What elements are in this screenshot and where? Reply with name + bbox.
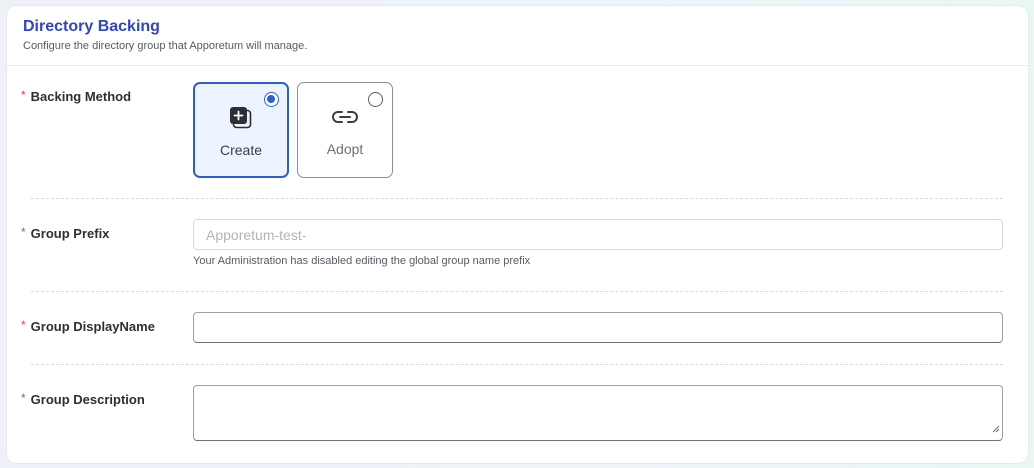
group-prefix-hint: Your Administration has disabled editing… [193, 255, 531, 267]
card-title: Directory Backing [23, 18, 160, 35]
backing-method-options: Create Adopt [7, 82, 1028, 178]
group-description-label-text: Group Description [30, 392, 145, 407]
group-displayname-input[interactable] [193, 312, 1003, 343]
resize-handle-icon[interactable] [992, 420, 1000, 438]
group-prefix-label: * Group Prefix [21, 225, 110, 241]
group-description-label: * Group Description [21, 391, 145, 407]
divider [31, 364, 1003, 365]
group-displayname-label-text: Group DisplayName [30, 319, 155, 334]
group-prefix-input[interactable]: Apporetum-test- [193, 219, 1003, 250]
link-icon [331, 110, 359, 129]
required-mark: * [21, 318, 26, 332]
directory-backing-card: Directory Backing Configure the director… [7, 6, 1028, 463]
backing-option-adopt[interactable]: Adopt [297, 82, 393, 178]
divider [31, 198, 1003, 199]
required-mark: * [21, 225, 26, 239]
group-description-textarea[interactable] [193, 385, 1003, 441]
add-copy-icon [229, 107, 253, 134]
card-header: Directory Backing Configure the director… [7, 6, 1028, 66]
backing-option-create[interactable]: Create [193, 82, 289, 178]
group-prefix-placeholder: Apporetum-test- [206, 227, 307, 243]
group-prefix-label-text: Group Prefix [30, 226, 110, 241]
group-displayname-label: * Group DisplayName [21, 318, 155, 334]
card-subtitle: Configure the directory group that Appor… [23, 40, 308, 52]
adopt-option-label: Adopt [326, 141, 364, 157]
divider [31, 291, 1003, 292]
adopt-radio[interactable] [368, 92, 383, 107]
required-mark: * [21, 391, 26, 405]
create-radio[interactable] [264, 92, 279, 107]
create-option-label: Create [219, 142, 263, 158]
